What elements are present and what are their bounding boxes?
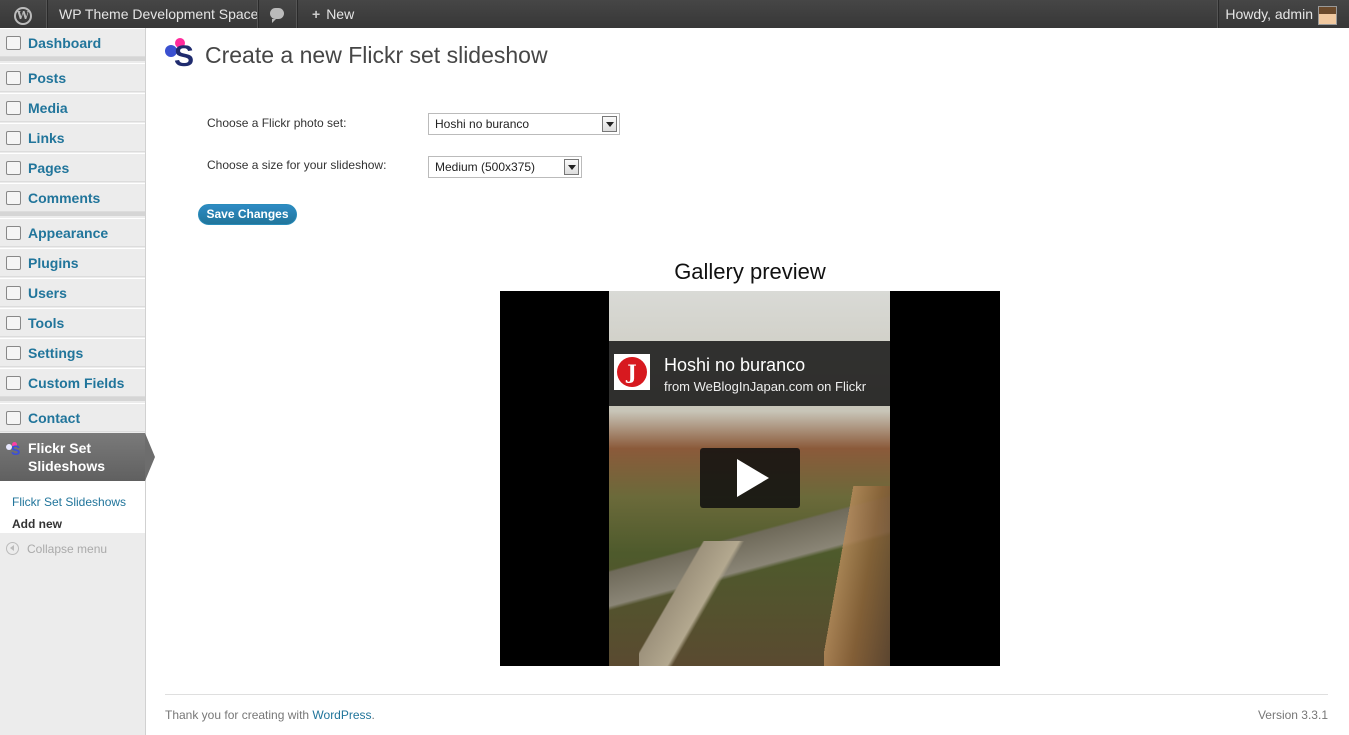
sidebar-item-appearance[interactable]: Appearance (0, 218, 145, 247)
plus-icon: + (312, 6, 321, 22)
sidebar-item-flickr-set-slideshows[interactable]: S Flickr Set Slideshows (0, 433, 155, 481)
admin-bar-divider (46, 0, 48, 28)
dashboard-icon (6, 36, 21, 50)
chevron-down-icon (564, 159, 579, 175)
collapse-menu-button[interactable]: Collapse menu (6, 542, 107, 556)
posts-pin-icon (6, 71, 21, 85)
wordpress-logo-icon[interactable]: W (0, 0, 46, 28)
admin-bar-divider (296, 0, 298, 28)
size-select[interactable]: Medium (500x375) (428, 156, 582, 178)
plugins-icon (6, 256, 21, 270)
sidebar-item-plugins[interactable]: Plugins (0, 248, 145, 277)
links-icon (6, 131, 21, 145)
collapse-arrow-icon (6, 542, 19, 555)
menu-separator (0, 397, 145, 401)
users-icon (6, 286, 21, 300)
sidebar-item-users[interactable]: Users (0, 278, 145, 307)
admin-sidebar: Dashboard Posts Media Links Pages Commen… (0, 28, 155, 735)
comments-icon (6, 191, 21, 205)
avatar[interactable] (1318, 6, 1337, 25)
active-menu-label-line1: Flickr Set (28, 440, 92, 456)
version-text: Version 3.3.1 (1257, 708, 1328, 722)
photoset-label: Choose a Flickr photo set: (207, 116, 347, 130)
player-info-bar: J Hoshi no buranco from WeBlogInJapan.co… (609, 341, 890, 406)
tools-icon (6, 316, 21, 330)
sidebar-item-comments[interactable]: Comments (0, 183, 145, 212)
site-name-link[interactable]: WP Theme Development Space (59, 0, 258, 28)
size-select-value: Medium (500x375) (435, 160, 536, 174)
active-menu-label-line2: Slideshows (28, 458, 106, 474)
comments-link[interactable] (258, 0, 296, 28)
collapse-menu-label: Collapse menu (27, 542, 108, 556)
size-label: Choose a size for your slideshow: (207, 158, 387, 172)
footer-divider (165, 694, 1328, 695)
new-label: New (326, 6, 355, 22)
page-title: Create a new Flickr set slideshow (205, 42, 548, 68)
new-content-menu[interactable]: + New (312, 0, 354, 28)
sidebar-item-posts[interactable]: Posts (0, 63, 145, 92)
wordpress-link[interactable]: WordPress (312, 708, 371, 722)
player-title[interactable]: Hoshi no buranco (664, 355, 805, 376)
flickr-slideshow-icon: S (6, 442, 22, 458)
sidebar-item-tools[interactable]: Tools (0, 308, 145, 337)
play-icon[interactable] (700, 448, 800, 508)
admin-bar: W WP Theme Development Space + New Howdy,… (0, 0, 1349, 28)
player-subtitle[interactable]: from WeBlogInJapan.com on Flickr (664, 379, 866, 394)
flickr-user-icon[interactable]: J (614, 354, 650, 390)
contact-icon (6, 411, 21, 425)
sidebar-item-custom-fields[interactable]: Custom Fields (0, 368, 145, 397)
flickr-slideshow-logo-icon: S (165, 38, 197, 72)
submenu: Flickr Set Slideshows Add new (0, 481, 145, 533)
pages-icon (6, 161, 21, 175)
menu-separator (0, 212, 145, 216)
photoset-select-value: Hoshi no buranco (435, 117, 530, 131)
my-account-menu[interactable]: Howdy, admin (1225, 0, 1313, 28)
custom-fields-icon (6, 376, 21, 390)
sidebar-item-contact[interactable]: Contact (0, 403, 145, 432)
sidebar-item-pages[interactable]: Pages (0, 153, 145, 182)
sidebar-item-links[interactable]: Links (0, 123, 145, 152)
menu-separator (0, 57, 145, 61)
submenu-item-flickr-set-slideshows[interactable]: Flickr Set Slideshows (12, 495, 126, 509)
slideshow-player[interactable]: J Hoshi no buranco from WeBlogInJapan.co… (500, 291, 1000, 666)
chevron-down-icon (602, 116, 617, 132)
sidebar-item-dashboard[interactable]: Dashboard (0, 28, 145, 57)
comment-bubble-icon (270, 8, 284, 23)
sidebar-item-settings[interactable]: Settings (0, 338, 145, 367)
submenu-item-add-new[interactable]: Add new (12, 517, 62, 531)
footer-thanks: Thank you for creating with WordPress. (165, 708, 375, 722)
media-icon (6, 101, 21, 115)
sidebar-item-media[interactable]: Media (0, 93, 145, 122)
save-changes-button[interactable]: Save Changes (198, 204, 297, 225)
gallery-preview-heading: Gallery preview (674, 259, 826, 284)
photoset-select[interactable]: Hoshi no buranco (428, 113, 620, 135)
admin-bar-divider (1217, 0, 1219, 28)
settings-icon (6, 346, 21, 360)
appearance-icon (6, 226, 21, 240)
